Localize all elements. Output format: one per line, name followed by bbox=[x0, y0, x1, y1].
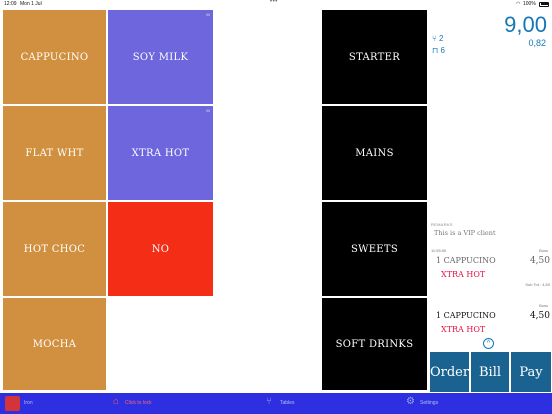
table-icon: ⊓ bbox=[432, 46, 439, 55]
remarks-text[interactable]: This is a VIP client bbox=[434, 229, 496, 237]
remarks-label: REMARKS bbox=[431, 222, 453, 227]
tile-label: CAPPUCINO bbox=[20, 51, 89, 63]
order-button[interactable]: Order bbox=[430, 352, 469, 392]
tab-bar: Iron ⌂ Click to lock ⑂ Tables ⚙ Settings bbox=[0, 393, 552, 414]
order-item-price: 4,50 bbox=[529, 311, 550, 321]
category-label: SWEETS bbox=[350, 243, 399, 255]
order-item-price: 4,50 bbox=[529, 256, 550, 266]
modifier-icon: M bbox=[206, 108, 210, 113]
tab-settings[interactable]: Settings bbox=[420, 400, 438, 406]
tab-user[interactable]: Iron bbox=[24, 400, 33, 406]
cutlery-icon[interactable]: ⑂ bbox=[266, 396, 272, 407]
order-item-name[interactable]: 1 CAPPUCINO bbox=[436, 256, 496, 265]
tile-label: HOT CHOC bbox=[23, 243, 86, 255]
category-label: STARTER bbox=[348, 51, 401, 63]
tile-no[interactable]: NO bbox=[108, 202, 213, 296]
status-time: 12:09 bbox=[4, 1, 17, 7]
tile-label: SOY MILK bbox=[132, 51, 189, 63]
seats-count: ⊓ 6 bbox=[432, 46, 445, 55]
tile-cappucino[interactable]: CAPPUCINO bbox=[3, 10, 106, 104]
order-item-name[interactable]: 1 CAPPUCINO bbox=[436, 311, 496, 320]
status-date: Mon 1 Jul bbox=[20, 1, 42, 7]
multitask-dots-icon[interactable]: ••• bbox=[270, 0, 278, 5]
category-sweets[interactable]: SWEETS bbox=[322, 202, 427, 296]
bill-button[interactable]: Bill bbox=[471, 352, 509, 392]
category-mains[interactable]: MAINS bbox=[322, 106, 427, 200]
tab-lock[interactable]: Click to lock bbox=[125, 400, 152, 406]
gear-icon[interactable]: ⚙ bbox=[406, 396, 415, 407]
battery-percent: 100% bbox=[523, 1, 536, 7]
tile-label: FLAT WHT bbox=[25, 147, 84, 159]
category-starter[interactable]: STARTER bbox=[322, 10, 427, 104]
item-tag: Boss bbox=[539, 248, 548, 253]
cutlery-icon: ⑂ bbox=[432, 34, 437, 43]
tile-xtra-hot[interactable]: M XTRA HOT bbox=[108, 106, 213, 200]
tile-label: NO bbox=[151, 243, 170, 255]
tile-flat-wht[interactable]: FLAT WHT bbox=[3, 106, 106, 200]
covers-count: ⑂ 2 bbox=[432, 34, 444, 43]
tile-hot-choc[interactable]: HOT CHOC bbox=[3, 202, 106, 296]
item-time: 11:55:50 bbox=[431, 248, 447, 253]
battery-icon bbox=[539, 1, 549, 7]
lock-icon[interactable]: ⌂ bbox=[113, 396, 119, 407]
order-item-modifier[interactable]: XTRA HOT bbox=[441, 270, 485, 279]
category-label: SOFT DRINKS bbox=[335, 338, 414, 350]
chevron-up-icon[interactable]: ^ bbox=[483, 338, 494, 349]
wifi-icon: ◠ bbox=[516, 1, 521, 7]
modifier-icon: M bbox=[206, 12, 210, 17]
tile-soy-milk[interactable]: M SOY MILK bbox=[108, 10, 213, 104]
order-item-modifier[interactable]: XTRA HOT bbox=[441, 325, 485, 334]
subtotal-line: Sub Tot.: 4,50 bbox=[525, 282, 550, 287]
status-bar: 12:09 Mon 1 Jul ••• ◠ 100% bbox=[0, 0, 552, 8]
order-subtotal: 0,82 bbox=[528, 38, 546, 48]
category-label: MAINS bbox=[355, 147, 394, 159]
category-soft-drinks[interactable]: SOFT DRINKS bbox=[322, 298, 427, 390]
item-tag: Boss bbox=[539, 303, 548, 308]
tile-label: XTRA HOT bbox=[131, 147, 190, 159]
order-total: 9,00 bbox=[504, 12, 547, 37]
avatar[interactable] bbox=[5, 396, 20, 411]
tile-label: MOCHA bbox=[32, 338, 77, 350]
pay-button[interactable]: Pay bbox=[511, 352, 551, 392]
tile-mocha[interactable]: MOCHA bbox=[3, 298, 106, 390]
order-panel: 9,00 0,82 ⑂ 2 ⊓ 6 REMARKS This is a VIP … bbox=[428, 8, 552, 392]
tab-tables[interactable]: Tables bbox=[280, 400, 294, 406]
